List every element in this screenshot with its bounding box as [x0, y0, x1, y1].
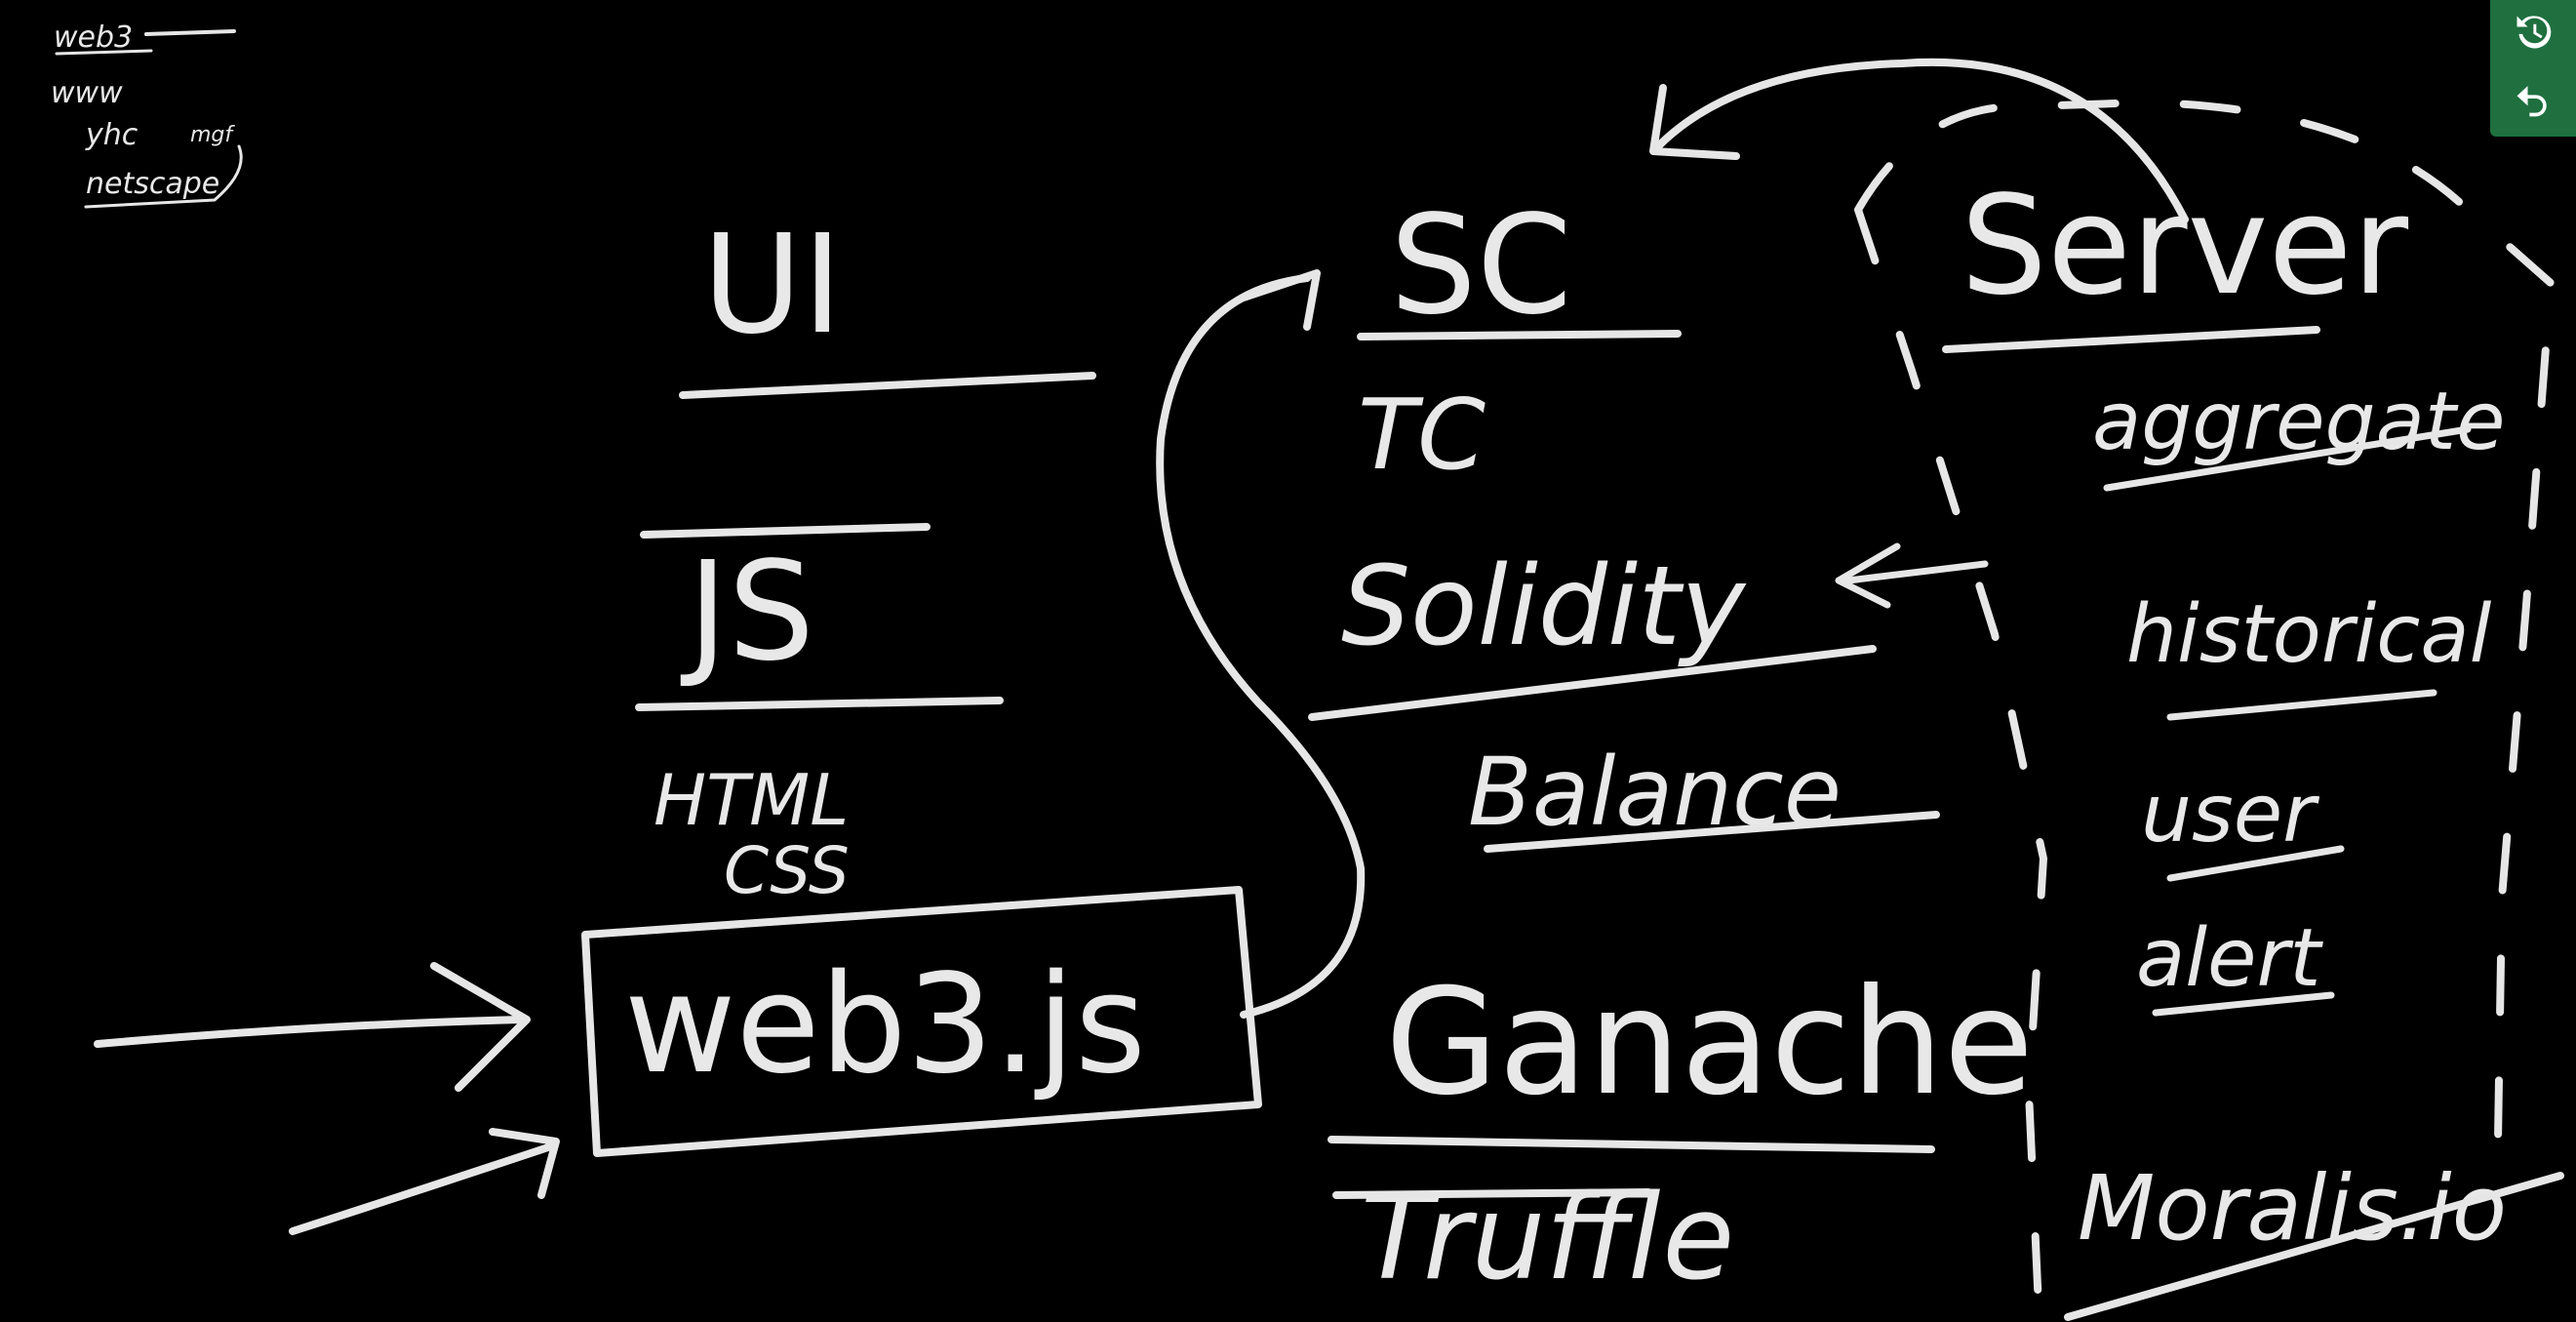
- ui-underline: [679, 372, 1096, 399]
- dashed-boundary-left: [1854, 206, 2047, 1311]
- label-tc: TC: [1358, 378, 1486, 492]
- note-netscape: netscape: [86, 167, 219, 201]
- label-js: JS: [680, 533, 814, 692]
- board-toolbar: [2490, 0, 2576, 137]
- label-html: HTML: [654, 759, 849, 841]
- label-historical: historical: [2126, 588, 2492, 681]
- label-alert: alert: [2136, 912, 2323, 1005]
- note-arrow: [144, 29, 236, 36]
- js-underline: [635, 697, 1004, 711]
- note-yhc: yhc: [85, 118, 139, 152]
- arrow-in-2: [289, 1142, 555, 1235]
- arrow-in-1-head: [430, 962, 531, 1092]
- label-balance: Balance: [1468, 738, 1842, 847]
- undo-button[interactable]: [2504, 70, 2562, 127]
- history-button[interactable]: [2504, 4, 2562, 60]
- undo-icon: [2517, 86, 2547, 117]
- right-column: Server aggregate historical user alert M…: [1854, 99, 2564, 1321]
- truffle-overline: [1332, 1188, 1652, 1199]
- note-web3: web3: [54, 20, 133, 55]
- label-ganache: Ganache: [1385, 958, 2034, 1128]
- left-column: UI JS HTML CSS web3.js: [94, 206, 1366, 1235]
- ganache-underline: [1328, 1136, 1935, 1153]
- label-user: user: [2141, 768, 2319, 861]
- label-sc: SC: [1390, 186, 1572, 345]
- arrow-web3-to-sc: [1156, 274, 1366, 1019]
- note-www: www: [51, 76, 123, 110]
- js-overline: [640, 523, 931, 539]
- history-icon: [2517, 16, 2552, 49]
- sc-underline: [1357, 330, 1682, 341]
- label-css: CSS: [724, 833, 850, 908]
- arrow-in-1: [94, 1016, 526, 1048]
- label-web3js: web3.js: [624, 945, 1146, 1104]
- server-underline: [1942, 326, 2320, 353]
- notes-group: web3 www yhc mgf netscape: [51, 20, 243, 209]
- note-mgf: mgf: [190, 123, 235, 147]
- label-solidity: Solidity: [1341, 543, 1747, 670]
- label-server: Server: [1961, 167, 2409, 326]
- historical-underline: [2166, 689, 2437, 721]
- whiteboard-canvas[interactable]: web3 www yhc mgf netscape UI JS HTML CSS…: [0, 0, 2576, 1322]
- label-ui: UI: [702, 206, 843, 365]
